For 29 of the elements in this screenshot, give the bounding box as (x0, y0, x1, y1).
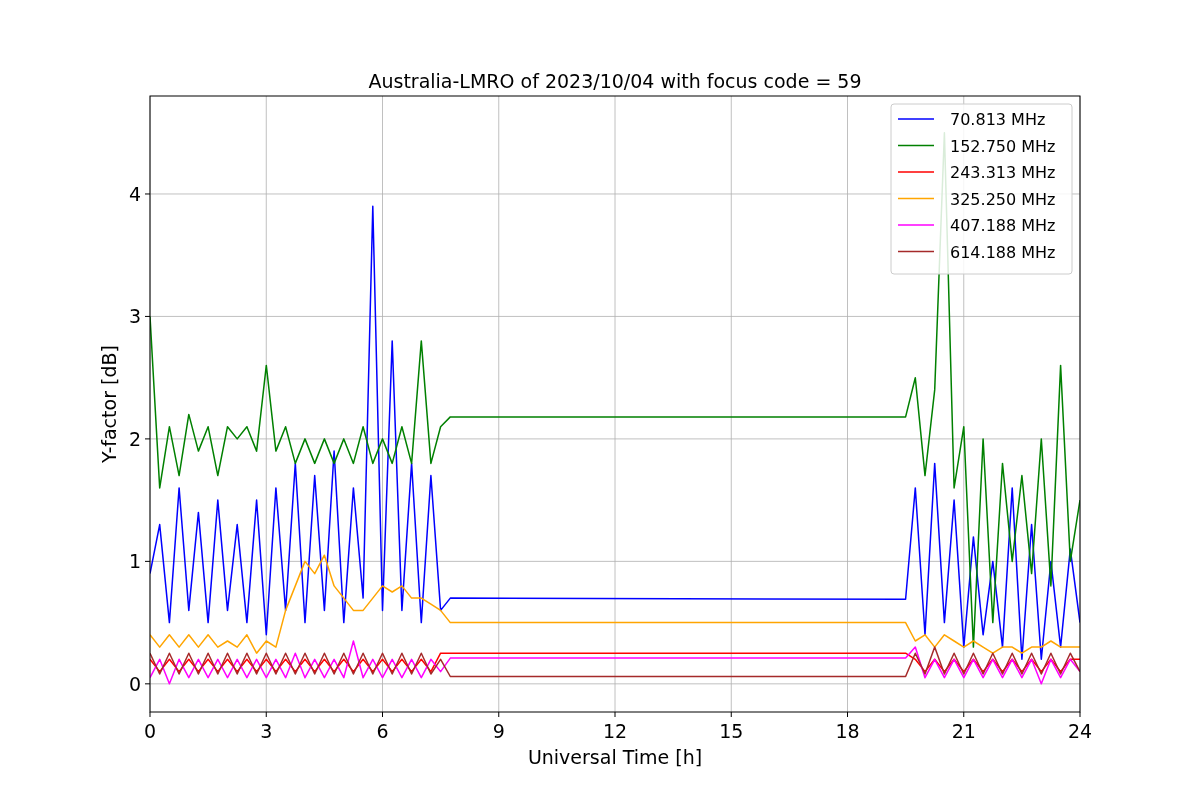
legend-label: 614.188 MHz (950, 242, 1056, 262)
legend-line (897, 197, 935, 200)
chart-title: Australia-LMRO of 2023/10/04 with focus code = 59 (368, 70, 862, 92)
tick-label: 3 (260, 720, 273, 742)
legend-line (897, 118, 935, 120)
tick-label: 21 (951, 720, 976, 742)
legend-line (897, 250, 935, 253)
legend-label: 243.313 MHz (950, 163, 1056, 182)
tick-label: 4 (128, 182, 141, 205)
legend-label: 325.250 MHz (950, 189, 1056, 209)
tick-label: 24 (1067, 720, 1093, 742)
legend-line (897, 144, 935, 147)
tick-label: 9 (492, 720, 505, 742)
tick-label: 1 (128, 550, 141, 573)
legend-line (897, 171, 935, 173)
tick-label: 18 (835, 720, 860, 742)
legend-line (897, 224, 935, 226)
tick-label: 0 (128, 672, 141, 695)
legend-label: 407.188 MHz (950, 216, 1056, 235)
tick-label: 15 (719, 720, 744, 742)
x-axis-label: Universal Time [h] (527, 746, 703, 768)
tick-label: 12 (602, 720, 628, 742)
tick-label: 3 (128, 305, 141, 328)
legend-label: 152.750 MHz (950, 136, 1056, 156)
tick-label: 6 (376, 720, 389, 742)
tick-label: 2 (128, 427, 141, 450)
y-axis-label: Y-factor [dB] (98, 345, 120, 463)
legend-label: 70.813 MHz (950, 110, 1046, 129)
tick-label: 0 (143, 720, 157, 742)
